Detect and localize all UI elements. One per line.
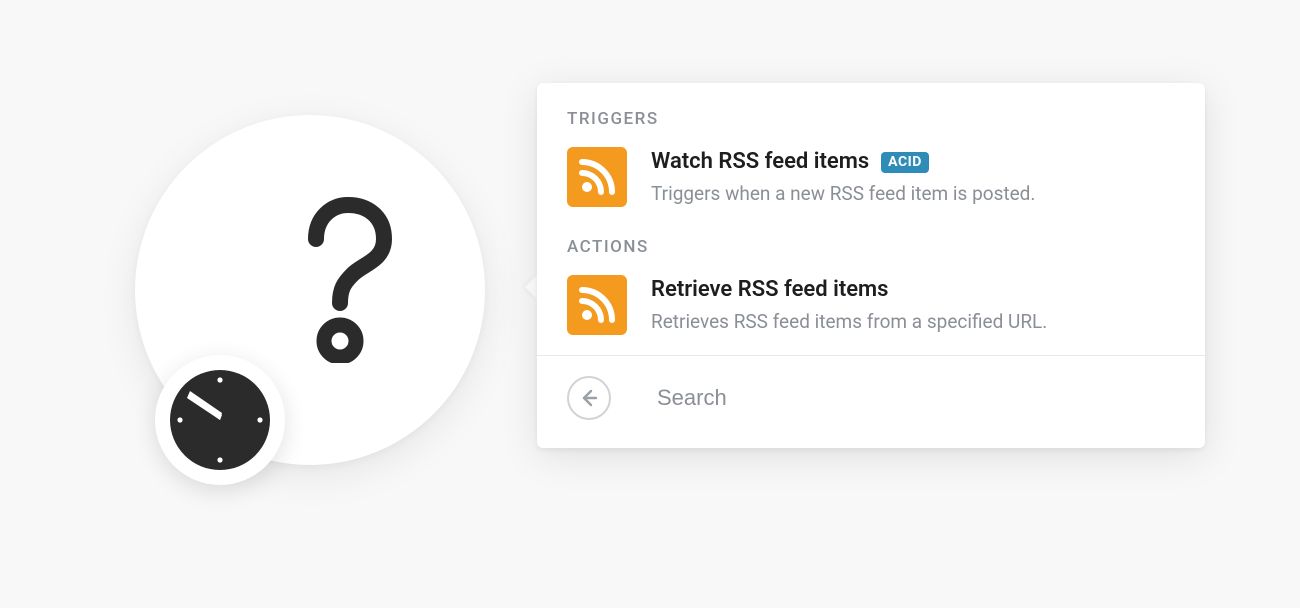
acid-badge: ACID (881, 152, 929, 173)
trigger-item-watch-rss[interactable]: Watch RSS feed items ACID Triggers when … (567, 139, 1175, 225)
action-item-retrieve-rss[interactable]: Retrieve RSS feed items Retrieves RSS fe… (567, 267, 1175, 353)
search-input[interactable] (657, 385, 1175, 411)
rss-icon (567, 275, 627, 335)
arrow-left-icon (578, 387, 600, 409)
section-label-triggers: TRIGGERS (567, 109, 1175, 129)
popover-footer (537, 355, 1205, 448)
trigger-item-title: Watch RSS feed items (651, 149, 869, 175)
trigger-item-desc: Triggers when a new RSS feed item is pos… (651, 181, 1035, 207)
question-mark-icon (282, 193, 402, 367)
popover-pointer (525, 275, 537, 299)
module-picker-popover: TRIGGERS Watch RSS feed items ACID Trigg… (537, 83, 1205, 448)
clock-icon (166, 366, 274, 474)
action-item-desc: Retrieves RSS feed items from a specifie… (651, 309, 1047, 335)
back-button[interactable] (567, 376, 611, 420)
clock-badge (155, 355, 285, 485)
rss-icon (567, 147, 627, 207)
action-item-title: Retrieve RSS feed items (651, 277, 888, 303)
section-label-actions: ACTIONS (567, 237, 1175, 257)
